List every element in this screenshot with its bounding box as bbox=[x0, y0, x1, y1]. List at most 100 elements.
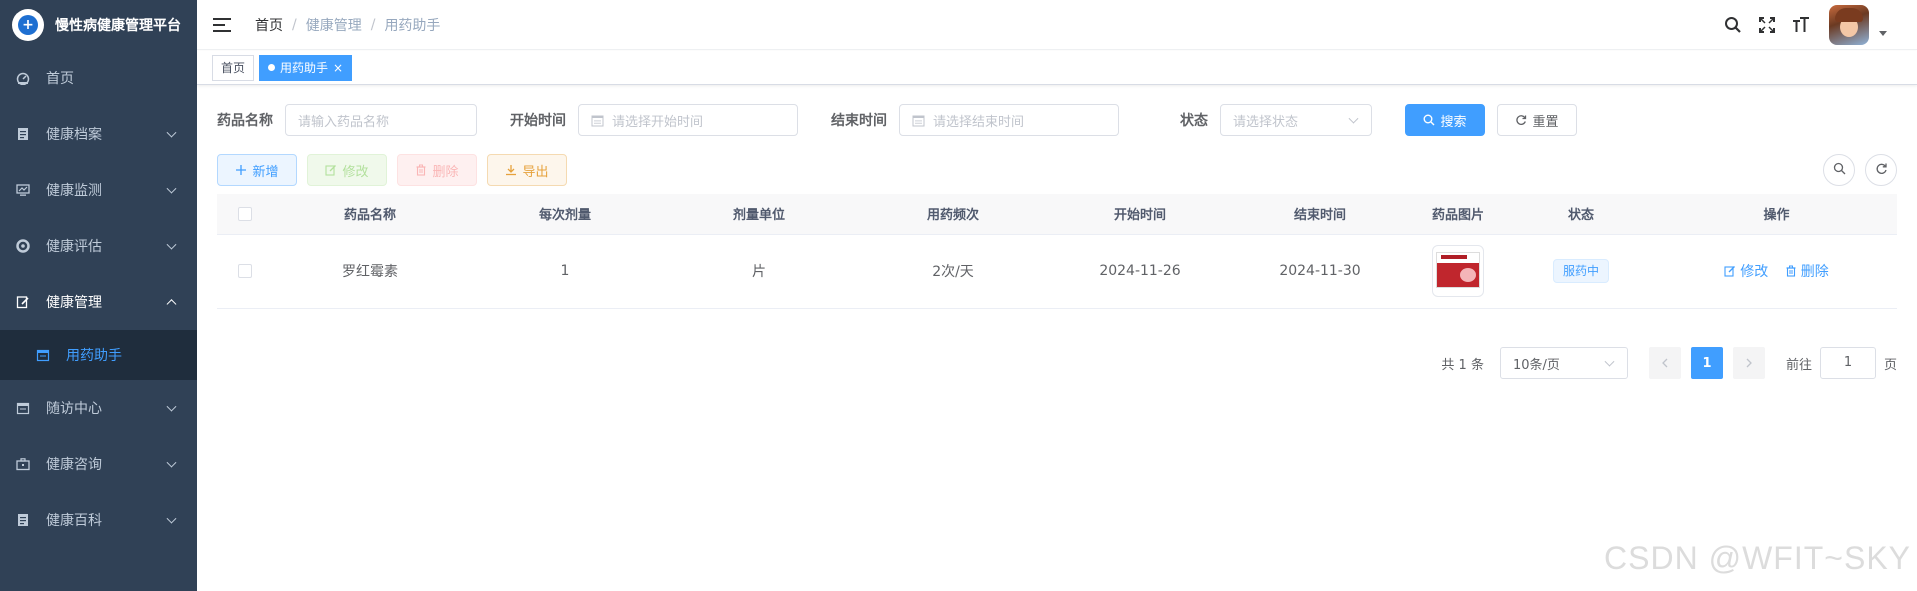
total-count: 共 1 条 bbox=[1441, 357, 1484, 373]
chevron-down-icon bbox=[166, 239, 177, 250]
start-time-input[interactable]: 请选择开始时间 bbox=[578, 104, 798, 136]
breadcrumb: 首页 / 健康管理 / 用药助手 bbox=[255, 15, 440, 35]
drug-image-cell bbox=[1410, 234, 1506, 309]
sidebar-item-health-consult[interactable]: 健康咨询 bbox=[0, 436, 197, 492]
column-header: 操作 bbox=[1656, 194, 1897, 235]
start-time-placeholder: 请选择开始时间 bbox=[612, 114, 704, 130]
breadcrumb-separator: / bbox=[292, 16, 297, 33]
select-all-checkbox[interactable] bbox=[237, 206, 252, 221]
export-button[interactable]: 导出 bbox=[487, 154, 567, 186]
action-toolbar: 新增 修改 删除 导出 bbox=[217, 154, 1897, 186]
fullscreen-icon[interactable] bbox=[1757, 15, 1777, 35]
refresh-button[interactable] bbox=[1865, 154, 1897, 186]
briefcase-icon bbox=[16, 457, 30, 471]
calendar-icon bbox=[36, 348, 50, 362]
table-row: 罗红霉素 1 片 2次/天 2024-11-26 2024-11-30 服药中 … bbox=[217, 234, 1897, 309]
assessment-icon bbox=[16, 239, 30, 253]
avatar[interactable] bbox=[1829, 5, 1869, 45]
watermark: CSDN @WFIT~SKY bbox=[1604, 540, 1911, 576]
row-delete-link[interactable]: 删除 bbox=[1785, 261, 1829, 281]
end-time-input[interactable]: 请选择结束时间 bbox=[899, 104, 1119, 136]
drug-image[interactable] bbox=[1432, 245, 1484, 297]
page-number-current[interactable]: 1 bbox=[1690, 347, 1723, 379]
edit-button[interactable]: 修改 bbox=[307, 154, 387, 186]
sidebar-subitem-medication-assistant[interactable]: 用药助手 bbox=[0, 330, 197, 380]
delete-button[interactable]: 删除 bbox=[397, 154, 477, 186]
search-button-label: 搜索 bbox=[1440, 114, 1467, 130]
status-select[interactable]: 请选择状态 bbox=[1220, 104, 1372, 136]
search-icon[interactable] bbox=[1723, 15, 1743, 35]
main-content: 药品名称 请输入药品名称 开始时间 请选择开始时间 结束时间 请选择结束时间 状… bbox=[197, 86, 1917, 591]
sidebar-subitem-label: 用药助手 bbox=[66, 348, 122, 364]
sidebar-item-label: 健康监测 bbox=[46, 183, 102, 199]
sidebar-item-label: 随访中心 bbox=[46, 401, 102, 417]
export-button-label: 导出 bbox=[522, 164, 549, 180]
add-button[interactable]: 新增 bbox=[217, 154, 297, 186]
edit-icon bbox=[16, 295, 30, 309]
sidebar-item-health-assessment[interactable]: 健康评估 bbox=[0, 218, 197, 274]
breadcrumb-health-management: 健康管理 bbox=[305, 17, 362, 34]
sidebar-item-health-records[interactable]: 健康档案 bbox=[0, 106, 197, 162]
tag-medication-assistant[interactable]: 用药助手 × bbox=[259, 54, 353, 81]
row-select-cell bbox=[217, 234, 272, 309]
hamburger-icon[interactable] bbox=[213, 17, 231, 32]
breadcrumb-home[interactable]: 首页 bbox=[255, 15, 283, 35]
logo[interactable]: + 慢性病健康管理平台 bbox=[0, 0, 197, 50]
chevron-down-icon bbox=[166, 513, 177, 524]
column-header: 每次剂量 bbox=[468, 194, 662, 235]
drug-name-input[interactable]: 请输入药品名称 bbox=[285, 104, 477, 136]
row-checkbox[interactable] bbox=[237, 264, 252, 278]
reset-button[interactable]: 重置 bbox=[1497, 104, 1577, 136]
close-icon[interactable]: × bbox=[333, 56, 343, 80]
tag-label: 用药助手 bbox=[280, 60, 329, 75]
next-page-button[interactable] bbox=[1732, 347, 1765, 379]
tag-home[interactable]: 首页 bbox=[212, 54, 255, 81]
sidebar-item-label: 健康百科 bbox=[46, 513, 102, 529]
sidebar-item-health-monitor[interactable]: 健康监测 bbox=[0, 162, 197, 218]
nav-right bbox=[1709, 0, 1887, 50]
page-size-select[interactable]: 10条/页 bbox=[1499, 347, 1628, 379]
refresh-icon bbox=[1875, 162, 1888, 179]
logo-icon: + bbox=[12, 9, 44, 41]
sidebar-item-home[interactable]: 首页 bbox=[0, 50, 197, 106]
column-header: 结束时间 bbox=[1230, 194, 1410, 235]
row-edit-label: 修改 bbox=[1740, 264, 1769, 280]
sidebar-item-health-wiki[interactable]: 健康百科 bbox=[0, 492, 197, 548]
font-size-icon[interactable] bbox=[1791, 15, 1811, 35]
start-date-cell: 2024-11-26 bbox=[1050, 234, 1230, 309]
status-placeholder: 请选择状态 bbox=[1233, 114, 1299, 130]
end-date-cell: 2024-11-30 bbox=[1230, 234, 1410, 309]
column-header: 开始时间 bbox=[1050, 194, 1230, 235]
unit-cell: 片 bbox=[662, 234, 856, 309]
book-icon bbox=[16, 513, 30, 527]
chevron-down-icon bbox=[1604, 356, 1615, 367]
medication-table: 药品名称 每次剂量 剂量单位 用药频次 开始时间 结束时间 药品图片 状态 操作… bbox=[217, 194, 1897, 309]
chevron-down-icon bbox=[166, 401, 177, 412]
sidebar-item-label: 健康评估 bbox=[46, 239, 102, 255]
drug-name-placeholder: 请输入药品名称 bbox=[298, 114, 390, 130]
edit-icon bbox=[1724, 265, 1736, 277]
table-header-row: 药品名称 每次剂量 剂量单位 用药频次 开始时间 结束时间 药品图片 状态 操作 bbox=[217, 194, 1897, 235]
tags-view: 首页 用药助手 × bbox=[197, 51, 1917, 85]
goto-suffix: 页 bbox=[1883, 357, 1897, 373]
document-icon bbox=[16, 127, 30, 141]
chevron-down-icon bbox=[1348, 113, 1359, 124]
delete-button-label: 删除 bbox=[432, 164, 459, 180]
sidebar-item-follow-up[interactable]: 随访中心 bbox=[0, 380, 197, 436]
search-button[interactable]: 搜索 bbox=[1405, 104, 1485, 136]
operation-cell: 修改 删除 bbox=[1656, 234, 1897, 309]
app-title: 慢性病健康管理平台 bbox=[55, 18, 181, 34]
tag-label: 首页 bbox=[221, 60, 246, 75]
goto-page-input[interactable]: 1 bbox=[1819, 347, 1876, 379]
caret-down-icon[interactable] bbox=[1879, 30, 1887, 36]
calendar-icon bbox=[591, 114, 604, 127]
pagination: 共 1 条 10条/页 1 前往 1 页 bbox=[1441, 347, 1897, 379]
sidebar-item-health-management[interactable]: 健康管理 bbox=[0, 274, 197, 330]
row-edit-link[interactable]: 修改 bbox=[1724, 261, 1768, 281]
dashboard-icon bbox=[16, 71, 30, 85]
search-form: 药品名称 请输入药品名称 开始时间 请选择开始时间 结束时间 请选择结束时间 状… bbox=[217, 104, 1897, 136]
sidebar-item-label: 健康咨询 bbox=[46, 457, 102, 473]
prev-page-button[interactable] bbox=[1648, 347, 1681, 379]
toggle-search-button[interactable] bbox=[1823, 154, 1855, 186]
search-icon bbox=[1423, 114, 1435, 126]
